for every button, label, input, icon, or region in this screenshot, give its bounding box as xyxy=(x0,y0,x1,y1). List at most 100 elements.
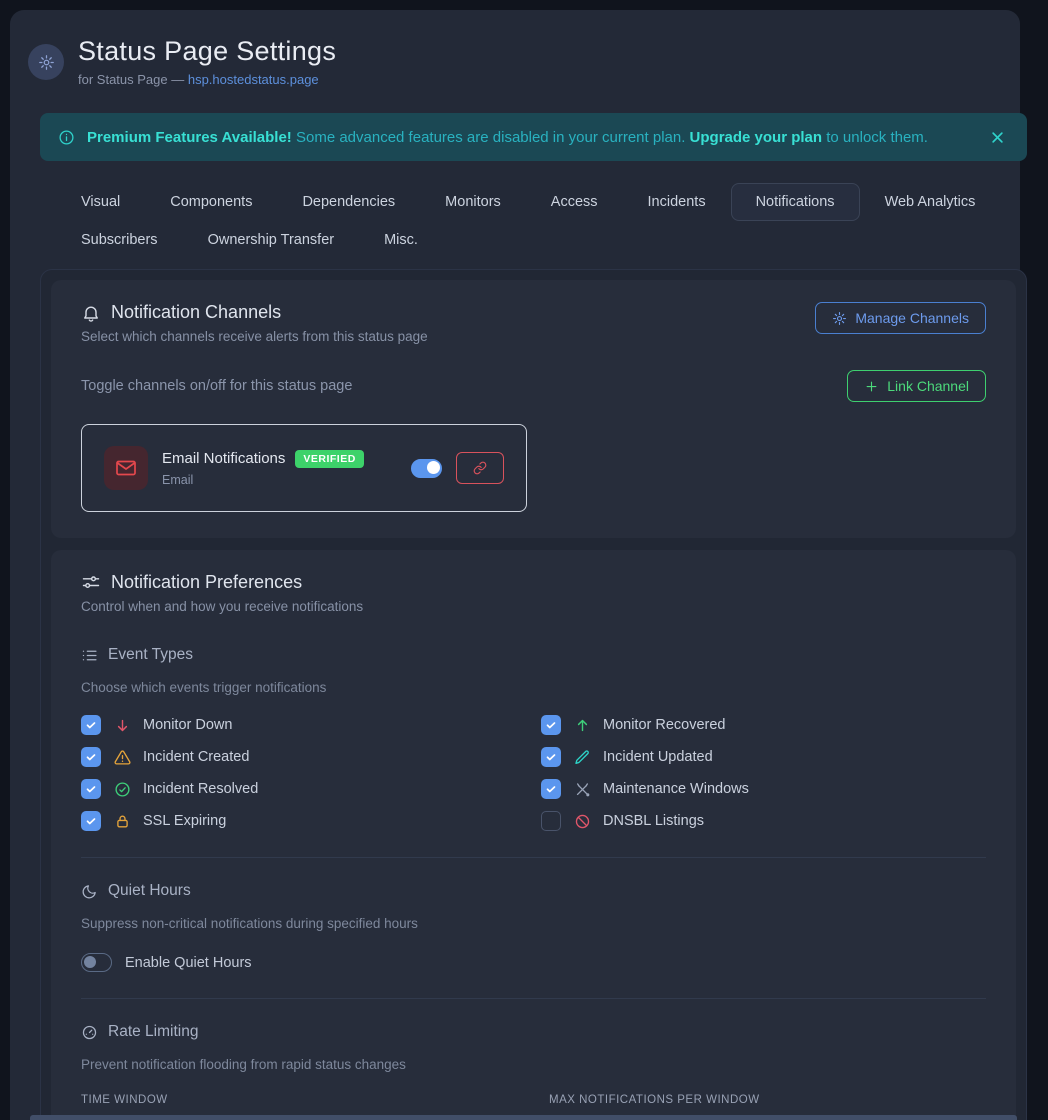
link-channel-label: Link Channel xyxy=(887,378,969,394)
event-ssl-expiring: SSL Expiring xyxy=(81,811,541,831)
info-icon xyxy=(58,129,75,146)
event-types-subtitle: Choose which events trigger notification… xyxy=(81,680,986,695)
tab-dependencies[interactable]: Dependencies xyxy=(277,183,420,221)
manage-channels-label: Manage Channels xyxy=(855,310,969,326)
upgrade-plan-link[interactable]: Upgrade your plan xyxy=(690,129,823,146)
no-entry-icon xyxy=(573,812,591,830)
page-header: Status Page Settings for Status Page — h… xyxy=(30,36,1017,87)
event-types-heading: Event Types xyxy=(81,646,986,664)
tab-ownership-transfer[interactable]: Ownership Transfer xyxy=(183,221,360,259)
checkbox-incident-updated[interactable] xyxy=(541,747,561,767)
event-label: Incident Updated xyxy=(603,749,713,765)
tab-row-1: Visual Components Dependencies Monitors … xyxy=(56,183,1016,221)
premium-banner: Premium Features Available! Some advance… xyxy=(40,113,1027,161)
settings-window: Status Page Settings for Status Page — h… xyxy=(10,10,1020,1120)
event-label: Monitor Recovered xyxy=(603,717,726,733)
tab-notifications[interactable]: Notifications xyxy=(731,183,860,221)
checkbox-incident-resolved[interactable] xyxy=(81,779,101,799)
event-monitor-down: Monitor Down xyxy=(81,715,541,735)
event-types-title: Event Types xyxy=(108,646,193,664)
gauge-icon xyxy=(81,1024,98,1041)
checkbox-monitor-recovered[interactable] xyxy=(541,715,561,735)
checkbox-dnsbl-listings[interactable] xyxy=(541,811,561,831)
verified-badge: VERIFIED xyxy=(295,450,363,468)
tab-misc[interactable]: Misc. xyxy=(359,221,443,259)
toggle-channels-hint: Toggle channels on/off for this status p… xyxy=(81,378,352,394)
tab-components[interactable]: Components xyxy=(145,183,277,221)
enable-quiet-hours-toggle[interactable] xyxy=(81,953,112,972)
page-background: Status Page Settings for Status Page — h… xyxy=(0,0,1048,1120)
channels-subtitle: Select which channels receive alerts fro… xyxy=(81,329,428,344)
event-incident-created: Incident Created xyxy=(81,747,541,767)
preferences-subtitle: Control when and how you receive notific… xyxy=(81,599,986,614)
tab-access[interactable]: Access xyxy=(526,183,623,221)
bell-icon xyxy=(81,303,101,323)
moon-icon xyxy=(81,883,98,900)
event-maintenance-windows: Maintenance Windows xyxy=(541,779,986,799)
tab-incidents[interactable]: Incidents xyxy=(623,183,731,221)
quiet-hours-title: Quiet Hours xyxy=(108,882,191,900)
lock-icon xyxy=(113,812,131,830)
tab-visual[interactable]: Visual xyxy=(56,183,145,221)
link-channel-button[interactable]: Link Channel xyxy=(847,370,986,402)
page-title: Status Page Settings xyxy=(78,36,336,67)
banner-body-1: Some advanced features are disabled in y… xyxy=(292,129,690,146)
banner-text: Premium Features Available! Some advance… xyxy=(87,129,928,146)
page-subtitle: for Status Page — hsp.hostedstatus.page xyxy=(78,72,336,87)
event-label: Maintenance Windows xyxy=(603,781,749,797)
pencil-icon xyxy=(573,748,591,766)
notifications-panel: Notification Channels Select which chann… xyxy=(40,269,1027,1120)
section-divider xyxy=(81,998,986,999)
gear-icon xyxy=(832,311,847,326)
checkbox-maintenance-windows[interactable] xyxy=(541,779,561,799)
list-icon xyxy=(81,647,98,664)
arrow-down-icon xyxy=(113,716,131,734)
channel-name: Email Notifications xyxy=(162,450,285,467)
rate-limiting-heading: Rate Limiting xyxy=(81,1023,986,1041)
tab-monitors[interactable]: Monitors xyxy=(420,183,526,221)
max-notifications-label: MAX NOTIFICATIONS PER WINDOW xyxy=(549,1094,989,1106)
cutoff-element xyxy=(30,1115,1017,1120)
unlink-channel-button[interactable] xyxy=(456,452,504,484)
event-label: SSL Expiring xyxy=(143,813,226,829)
warning-triangle-icon xyxy=(113,748,131,766)
gear-icon xyxy=(28,44,64,80)
section-divider xyxy=(81,857,986,858)
tab-subscribers[interactable]: Subscribers xyxy=(56,221,183,259)
plus-icon xyxy=(864,379,879,394)
banner-body-2: to unlock them. xyxy=(822,129,928,146)
arrow-up-icon xyxy=(573,716,591,734)
rate-limiting-subtitle: Prevent notification flooding from rapid… xyxy=(81,1057,986,1072)
check-circle-icon xyxy=(113,780,131,798)
quiet-hours-toggle-row: Enable Quiet Hours xyxy=(81,953,986,972)
time-window-label: TIME WINDOW xyxy=(81,1094,527,1106)
toggle-knob xyxy=(84,956,96,968)
preferences-title-row: Notification Preferences xyxy=(81,572,986,593)
sliders-icon xyxy=(81,573,101,593)
channels-title-row: Notification Channels xyxy=(81,302,428,323)
checkbox-ssl-expiring[interactable] xyxy=(81,811,101,831)
rate-limiting-title: Rate Limiting xyxy=(108,1023,198,1041)
tab-row-2: Subscribers Ownership Transfer Misc. xyxy=(56,221,1016,259)
email-channel-toggle[interactable] xyxy=(411,459,442,478)
tab-web-analytics[interactable]: Web Analytics xyxy=(860,183,1001,221)
settings-tabs: Visual Components Dependencies Monitors … xyxy=(56,183,1016,259)
link-icon xyxy=(473,461,487,475)
event-types-grid: Monitor Down Monitor Recovered Incident … xyxy=(81,715,986,831)
checkbox-monitor-down[interactable] xyxy=(81,715,101,735)
notification-channels-card: Notification Channels Select which chann… xyxy=(51,280,1016,538)
close-icon[interactable] xyxy=(990,130,1005,145)
channel-type: Email xyxy=(162,473,364,487)
manage-channels-button[interactable]: Manage Channels xyxy=(815,302,986,334)
status-page-link[interactable]: hsp.hostedstatus.page xyxy=(188,72,319,87)
checkbox-incident-created[interactable] xyxy=(81,747,101,767)
event-monitor-recovered: Monitor Recovered xyxy=(541,715,986,735)
email-channel-card: Email Notifications VERIFIED Email xyxy=(81,424,527,512)
banner-title: Premium Features Available! xyxy=(87,129,292,146)
quiet-hours-toggle-label: Enable Quiet Hours xyxy=(125,955,252,971)
tools-icon xyxy=(573,780,591,798)
event-dnsbl-listings: DNSBL Listings xyxy=(541,811,986,831)
subtitle-text: for Status Page — xyxy=(78,72,188,87)
quiet-hours-heading: Quiet Hours xyxy=(81,882,986,900)
event-label: DNSBL Listings xyxy=(603,813,704,829)
